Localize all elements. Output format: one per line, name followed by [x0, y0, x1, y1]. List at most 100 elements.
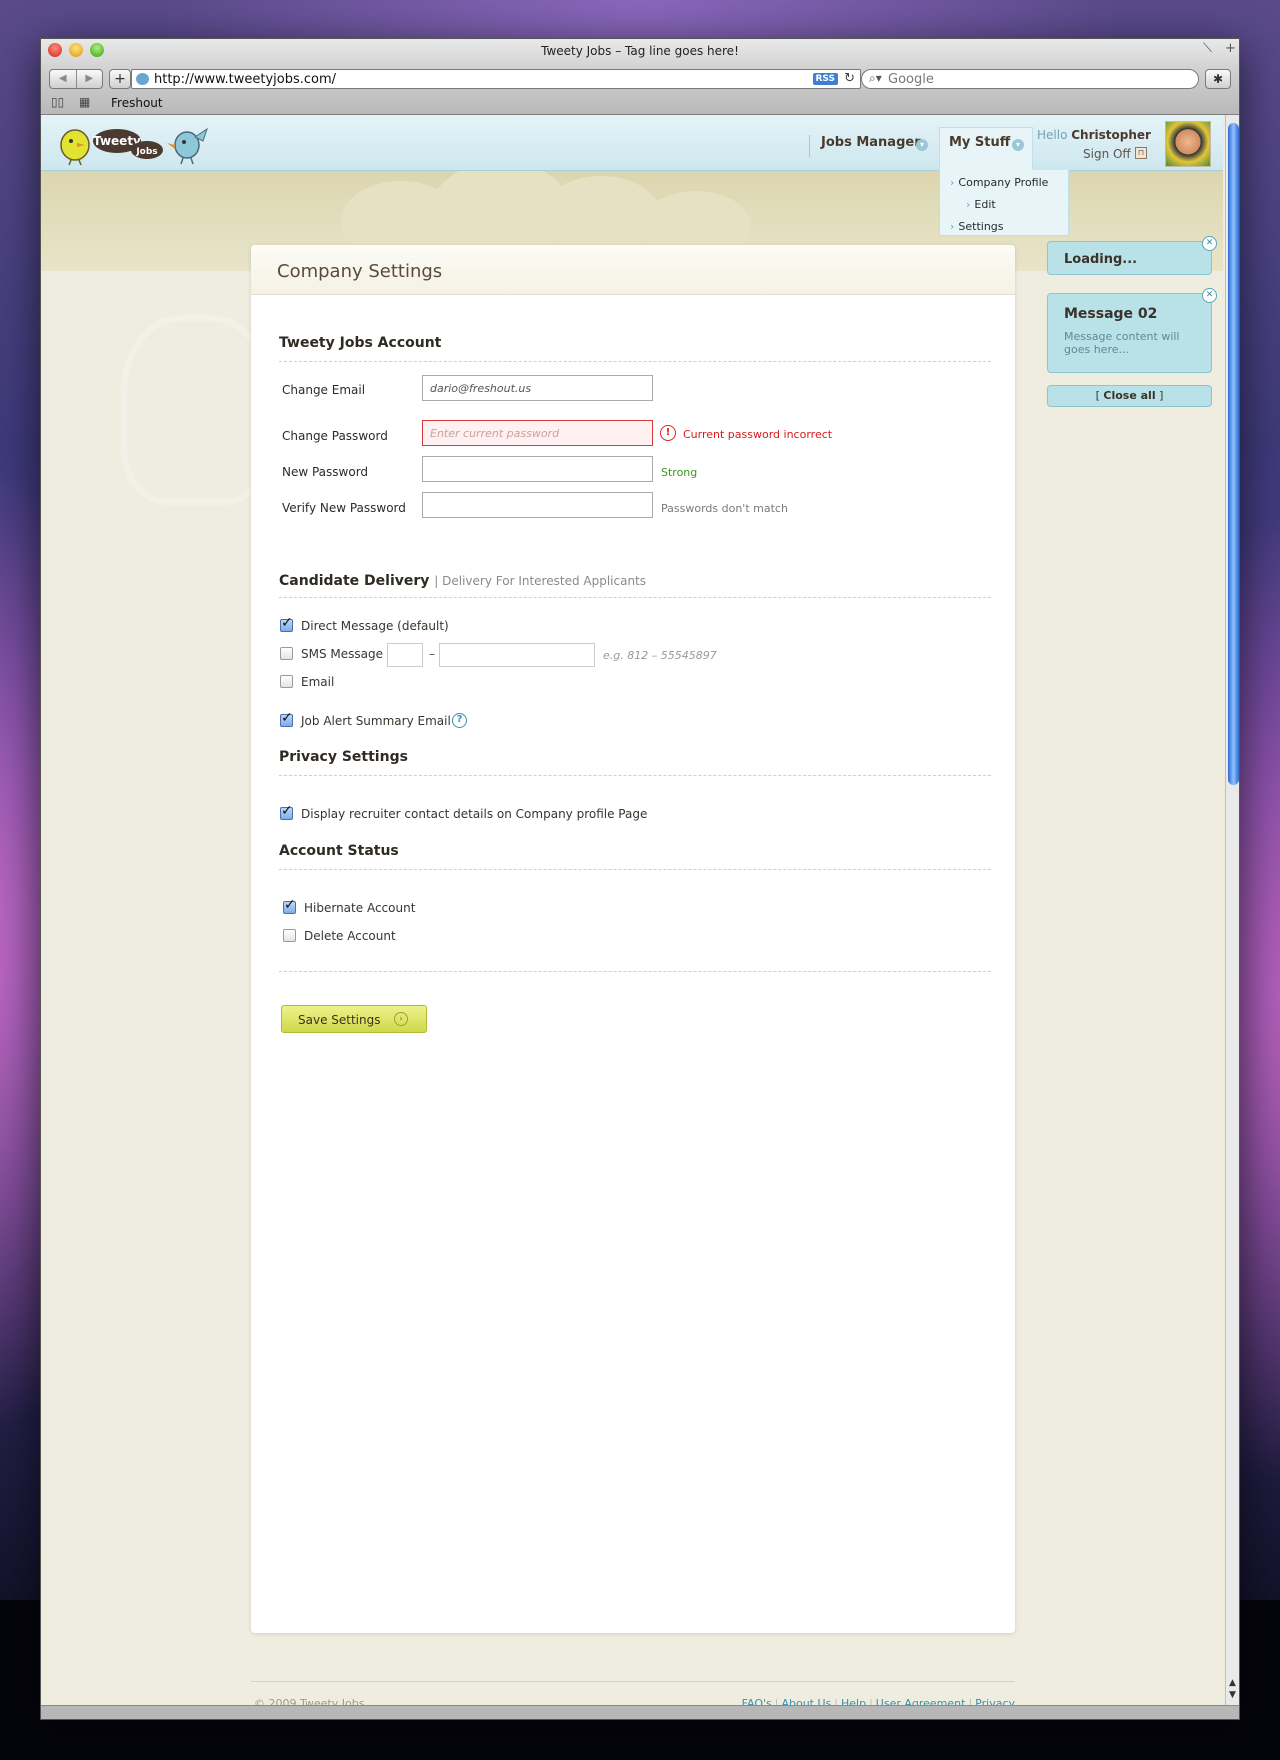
chevron-down-icon[interactable]: ▾ — [1012, 139, 1024, 151]
resize-corner-icon[interactable]: ⟍ — [1203, 41, 1212, 56]
forward-icon[interactable]: ▶ — [77, 70, 103, 88]
page-content: Tweety Jobs Jobs Manager ▾ My Stuff ▾ He… — [41, 115, 1223, 1719]
url-bar[interactable]: http://www.tweetyjobs.com/ RSS ↻ — [131, 69, 861, 89]
delivery-subtitle: | Delivery For Interested Applicants — [434, 574, 647, 588]
top-sites-grid-icon[interactable]: ▦ — [79, 95, 90, 109]
chevron-right-icon: › — [950, 176, 955, 189]
my-stuff-dropdown: › Company Profile › Edit › Settings — [939, 170, 1069, 236]
close-all-button[interactable]: [ Close all ] — [1047, 385, 1212, 407]
sign-off-link[interactable]: Sign Off — [1083, 147, 1131, 161]
greeting-label: Hello — [1037, 128, 1068, 142]
chevron-right-icon: › — [950, 220, 955, 233]
arrow-right-icon: › — [394, 1012, 408, 1026]
dropdown-item-label: Edit — [974, 198, 996, 211]
url-text[interactable]: http://www.tweetyjobs.com/ — [154, 72, 336, 87]
display-contact-checkbox[interactable] — [280, 803, 293, 820]
chevron-down-icon[interactable]: ▾ — [916, 139, 928, 151]
message-body: Message content will goes here... — [1064, 330, 1180, 356]
dropdown-item-label: Settings — [958, 220, 1004, 233]
sms-dash: – — [429, 647, 435, 661]
display-contact-label: Display recruiter contact details on Com… — [301, 807, 648, 821]
new-tab-icon[interactable]: + — [1225, 41, 1236, 56]
bookmarks-book-icon[interactable]: ▯▯ — [51, 95, 64, 109]
hibernate-label: Hibernate Account — [304, 901, 416, 915]
dropdown-item-settings[interactable]: › Settings — [950, 220, 1004, 233]
scroll-arrows[interactable]: ▲ ▼ — [1229, 1677, 1236, 1701]
scroll-thumb[interactable] — [1228, 123, 1239, 785]
verify-password-label: Verify New Password — [282, 501, 406, 515]
chevron-right-icon: › — [966, 198, 971, 211]
site-favicon-icon — [136, 73, 149, 85]
sms-example-text: e.g. 812 – 55545897 — [603, 649, 717, 662]
current-password-field[interactable]: Enter current password — [422, 420, 653, 446]
delete-checkbox[interactable] — [283, 929, 296, 942]
close-all-label: Close all — [1103, 389, 1156, 402]
settings-card: Company Settings Tweety Jobs Account Cha… — [251, 245, 1015, 1633]
nav-separator — [809, 135, 810, 157]
help-icon[interactable]: ? — [452, 713, 467, 728]
loading-notification: Loading... ✕ — [1047, 236, 1217, 275]
nav-jobs-manager[interactable]: Jobs Manager — [821, 135, 921, 150]
sms-checkbox[interactable] — [280, 647, 293, 660]
user-name: Christopher — [1071, 128, 1151, 142]
search-input[interactable]: ⌕▾ Google — [861, 69, 1199, 89]
verify-password-field[interactable] — [422, 492, 653, 518]
save-settings-label: Save Settings — [298, 1013, 381, 1027]
dropdown-item-label: Company Profile — [958, 176, 1049, 189]
section-divider — [279, 361, 991, 362]
section-title-delivery: Candidate Delivery | Delivery For Intere… — [279, 573, 646, 589]
card-header: Company Settings — [251, 245, 1015, 295]
password-error-text: Current password incorrect — [683, 428, 833, 441]
back-forward-buttons: ◀ ▶ — [49, 69, 103, 89]
vertical-scrollbar[interactable]: ▲ ▼ — [1225, 115, 1239, 1705]
delete-label: Delete Account — [304, 929, 396, 943]
direct-message-checkbox[interactable] — [280, 615, 293, 632]
lock-icon[interactable]: ⊓ — [1135, 147, 1147, 159]
job-alert-checkbox[interactable] — [280, 710, 293, 727]
bug-report-icon[interactable]: ✱ — [1205, 69, 1231, 89]
section-divider — [279, 869, 991, 870]
loading-text: Loading... — [1064, 252, 1138, 267]
section-title-account: Tweety Jobs Account — [279, 335, 442, 351]
reload-icon[interactable]: ↻ — [844, 71, 855, 86]
dropdown-item-company-profile[interactable]: › Company Profile — [950, 176, 1048, 189]
greeting: Hello Christopher — [1037, 128, 1151, 142]
new-password-field[interactable] — [422, 456, 653, 482]
window-title: Tweety Jobs – Tag line goes here! — [541, 44, 739, 58]
dropdown-item-edit[interactable]: › Edit — [966, 198, 996, 211]
footer-divider — [251, 1681, 1015, 1682]
back-icon[interactable]: ◀ — [50, 70, 77, 88]
delivery-title: Candidate Delivery — [279, 573, 430, 589]
password-mismatch-text: Passwords don't match — [661, 502, 788, 515]
add-bookmark-button[interactable]: + — [109, 69, 131, 89]
tweety-jobs-logo[interactable]: Tweety Jobs — [47, 121, 217, 167]
section-divider — [279, 971, 991, 972]
email-checkbox[interactable] — [280, 675, 293, 688]
job-alert-label: Job Alert Summary Email — [301, 714, 451, 728]
sms-area-code-input[interactable] — [387, 643, 423, 667]
close-icon[interactable]: ✕ — [1202, 288, 1217, 303]
save-settings-button[interactable]: Save Settings › — [281, 1005, 427, 1033]
close-icon[interactable]: ✕ — [1202, 236, 1217, 251]
section-divider — [279, 775, 991, 776]
avatar[interactable] — [1165, 121, 1211, 167]
new-password-label: New Password — [282, 465, 369, 479]
bookmark-freshout[interactable]: Freshout — [111, 96, 163, 110]
page-title: Company Settings — [277, 261, 443, 282]
site-header: Tweety Jobs Jobs Manager ▾ My Stuff ▾ He… — [41, 115, 1223, 171]
message-title: Message 02 — [1064, 306, 1158, 322]
section-divider — [279, 597, 991, 598]
change-email-label: Change Email — [282, 383, 366, 397]
bird-watermark — [121, 315, 271, 505]
horizontal-scrollbar[interactable] — [41, 1705, 1239, 1719]
rss-badge[interactable]: RSS — [812, 73, 838, 85]
sms-number-input[interactable] — [439, 643, 595, 667]
email-label: Email — [301, 675, 335, 689]
logo-text-jobs: Jobs — [135, 147, 157, 157]
search-placeholder: Google — [888, 72, 934, 87]
nav-my-stuff[interactable]: My Stuff — [949, 135, 1010, 150]
hibernate-checkbox[interactable] — [283, 897, 296, 914]
direct-message-label: Direct Message (default) — [301, 619, 449, 633]
email-field[interactable]: dario@freshout.us — [422, 375, 653, 401]
error-icon: ! — [660, 425, 676, 441]
